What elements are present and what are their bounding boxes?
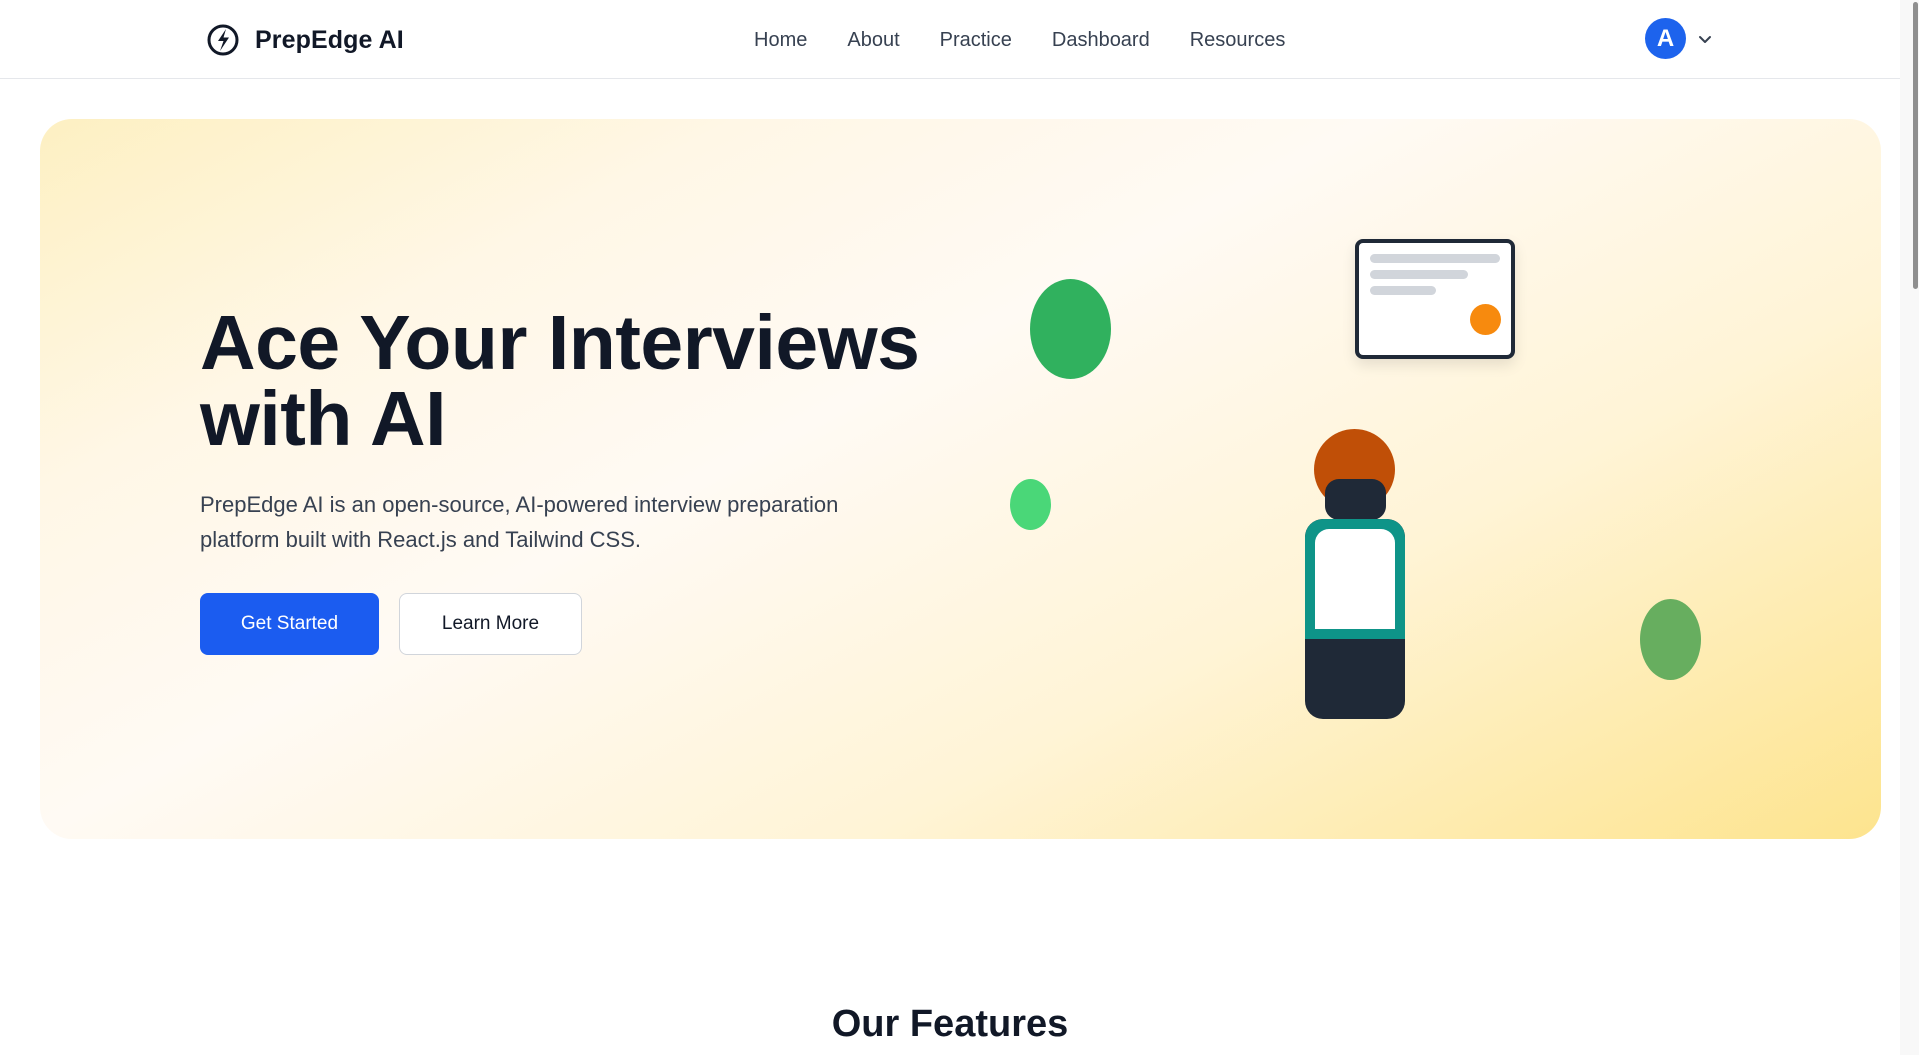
whiteboard-line [1370, 270, 1468, 279]
user-menu[interactable]: A [1645, 18, 1714, 59]
navbar: PrepEdge AI Home About Practice Dashboar… [0, 0, 1900, 79]
nav-practice[interactable]: Practice [940, 26, 1012, 54]
main-nav: Home About Practice Dashboard Resources [754, 26, 1285, 54]
hero-description: PrepEdge AI is an open-source, AI-powere… [200, 487, 890, 557]
whiteboard-dot [1470, 304, 1501, 335]
hero-illustration [40, 119, 1881, 839]
hero-description-line-2: platform built with React.js and Tailwin… [200, 527, 642, 552]
features-title: Our Features [831, 1003, 1069, 1045]
get-started-button[interactable]: Get Started [200, 593, 379, 655]
person-body [1305, 519, 1405, 719]
learn-more-button[interactable]: Learn More [399, 593, 582, 655]
chevron-down-icon[interactable] [1696, 30, 1714, 48]
hero-title-line-1: Ace Your Interviews [200, 300, 920, 386]
whiteboard-line [1370, 286, 1436, 295]
green-blob-decoration [1640, 599, 1701, 680]
nav-resources[interactable]: Resources [1190, 26, 1286, 54]
nav-dashboard[interactable]: Dashboard [1052, 26, 1150, 54]
nav-about[interactable]: About [847, 26, 899, 54]
brand-logo-icon [207, 24, 239, 56]
person-face [1325, 479, 1386, 520]
whiteboard-line [1370, 254, 1500, 263]
whiteboard-illustration [1355, 239, 1515, 359]
hero-description-line-1: PrepEdge AI is an open-source, AI-powere… [200, 492, 839, 517]
person-illustration [1305, 429, 1405, 719]
avatar[interactable]: A [1645, 18, 1686, 59]
green-blob-decoration [1030, 279, 1111, 379]
person-torso [1305, 519, 1405, 639]
nav-home[interactable]: Home [754, 26, 807, 54]
person-shirt [1315, 529, 1395, 629]
brand[interactable]: PrepEdge AI [205, 22, 404, 58]
page: PrepEdge AI Home About Practice Dashboar… [0, 0, 1919, 1055]
green-blob-decoration [1010, 479, 1051, 530]
hero-title: Ace Your Interviews with AI [200, 305, 960, 458]
brand-name: PrepEdge AI [255, 25, 404, 54]
hero-section: Ace Your Interviews with AI PrepEdge AI i… [40, 119, 1881, 839]
page-scrollbar[interactable] [1900, 0, 1919, 1055]
scrollbar-thumb[interactable] [1913, 2, 1918, 289]
hero-title-line-2: with AI [200, 376, 447, 462]
